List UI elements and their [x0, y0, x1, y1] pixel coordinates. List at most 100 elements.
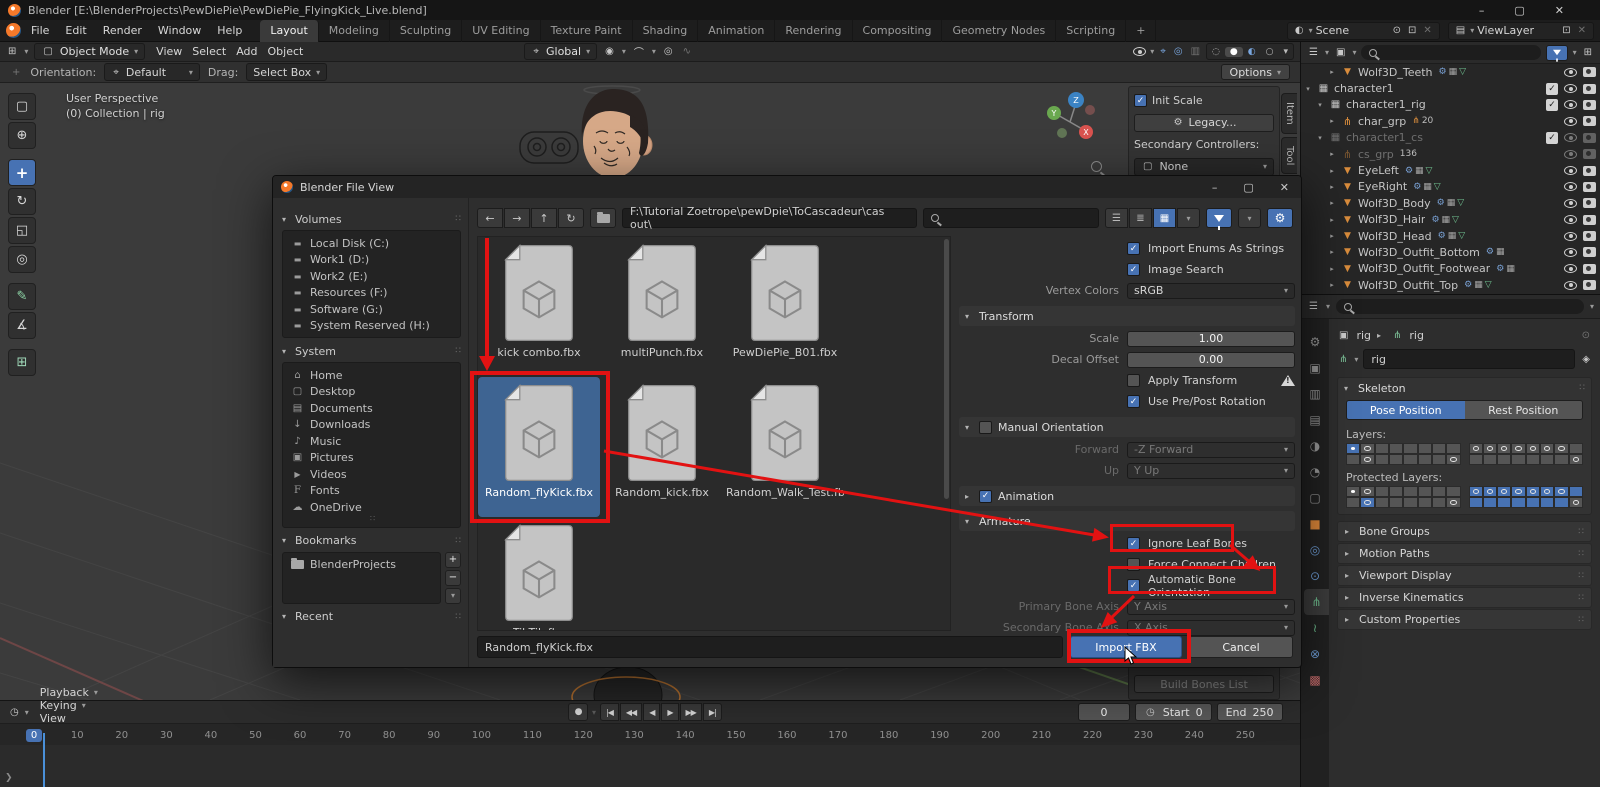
add-bookmark-button[interactable]: +: [445, 551, 461, 568]
datablock-name-field[interactable]: rig: [1363, 349, 1576, 369]
disable-render-icon[interactable]: [1583, 83, 1596, 94]
collapsed-panel-header[interactable]: ▸ Custom Properties ∷: [1337, 609, 1592, 630]
volume-item[interactable]: Resources (F:): [287, 285, 458, 302]
collapsed-panel-header[interactable]: ▸ Inverse Kinematics ∷: [1337, 587, 1592, 608]
disable-render-icon[interactable]: [1583, 181, 1596, 192]
system-item[interactable]: Videos: [287, 466, 458, 483]
move-tool[interactable]: +: [8, 159, 36, 186]
workspace-tab[interactable]: +: [1126, 19, 1157, 42]
workspace-tab[interactable]: Scripting: [1056, 19, 1127, 42]
protected-layer-cell[interactable]: [1511, 497, 1526, 508]
layer-cell[interactable]: [1540, 454, 1555, 465]
transform-orientation-selector[interactable]: ⌖ Global ▾: [524, 43, 598, 60]
hide-eye-icon[interactable]: [1564, 166, 1577, 176]
force-connect-children-checkbox[interactable]: [1127, 558, 1140, 571]
properties-tab[interactable]: ■: [1301, 511, 1329, 537]
properties-tab[interactable]: ⚙: [1301, 329, 1329, 355]
solid-shading-icon[interactable]: ●: [1224, 46, 1243, 57]
outliner-filter-button[interactable]: [1545, 44, 1568, 62]
mode-selector[interactable]: ▢ Object Mode ▾: [34, 43, 146, 60]
layer-cell[interactable]: [1346, 454, 1361, 465]
hide-eye-icon[interactable]: [1564, 116, 1577, 126]
disable-render-icon[interactable]: [1583, 280, 1596, 291]
up-button[interactable]: ↑: [531, 208, 557, 228]
layer-cell[interactable]: [1403, 454, 1418, 465]
hide-eye-icon[interactable]: [1564, 67, 1577, 77]
editor-type-icon[interactable]: ☰: [1307, 47, 1320, 58]
outliner-row[interactable]: ▸ Wolf3D_Hair ⚙ ▦ ▽: [1301, 212, 1600, 228]
layer-cell[interactable]: [1540, 443, 1555, 454]
exclude-checkbox[interactable]: ✓: [1546, 98, 1558, 111]
filter-button[interactable]: [1206, 208, 1232, 230]
path-field[interactable]: F:\Tutorial Zoetrope\pewDpie\ToCascadeur…: [622, 205, 917, 231]
bookmark-options-button[interactable]: ▾: [445, 587, 461, 604]
layer-cell[interactable]: [1431, 443, 1447, 454]
viewport-menu[interactable]: View: [151, 45, 187, 58]
workspace-tab[interactable]: Compositing: [853, 19, 943, 42]
workspace-tab[interactable]: Texture Paint: [541, 19, 633, 42]
protected-layer-cell[interactable]: [1568, 497, 1583, 508]
import-enums-checkbox[interactable]: ✓: [1127, 242, 1140, 255]
disable-render-icon[interactable]: [1583, 214, 1596, 225]
dialog-maximize-button[interactable]: ▢: [1243, 181, 1253, 194]
npanel-tab[interactable]: Item: [1281, 93, 1297, 134]
outliner-row[interactable]: ▾ character1_rig ✓: [1301, 97, 1600, 113]
system-section-header[interactable]: ▾ System ∷: [282, 342, 461, 360]
hide-eye-icon[interactable]: [1564, 133, 1577, 143]
outliner-row[interactable]: ▾ character1 ✓: [1301, 80, 1600, 96]
hide-eye-icon[interactable]: [1564, 84, 1577, 94]
layer-cell[interactable]: [1554, 454, 1569, 465]
protected-layer-cell[interactable]: [1431, 497, 1447, 508]
close-button[interactable]: ✕: [1555, 4, 1564, 17]
volumes-section-header[interactable]: ▾ Volumes ∷: [282, 210, 461, 228]
properties-tab[interactable]: ≀: [1301, 615, 1329, 641]
copy-icon[interactable]: ⊡: [1560, 25, 1572, 36]
scene-selector[interactable]: ◐ ▾ Scene ⊙ ⊡ ✕: [1286, 21, 1440, 40]
remove-icon[interactable]: ✕: [1576, 25, 1588, 36]
outliner-row[interactable]: ▸ Wolf3D_Outfit_Footwear ⚙ ▦: [1301, 261, 1600, 277]
collapsed-panel-header[interactable]: ▸ Viewport Display ∷: [1337, 565, 1592, 586]
properties-tab[interactable]: ◎: [1301, 537, 1329, 563]
properties-search-field[interactable]: [1335, 299, 1584, 314]
zoom-view-icon[interactable]: [1091, 161, 1102, 172]
layer-cell[interactable]: [1468, 454, 1483, 465]
secondary-bone-axis-dropdown[interactable]: X Axis ▾: [1127, 619, 1295, 636]
file-tile[interactable]: Random_Walk_Test.fbx: [724, 377, 846, 517]
protected-layer-cell[interactable]: [1482, 497, 1498, 508]
hide-eye-icon[interactable]: [1564, 215, 1577, 225]
file-tile[interactable]: kick combo.fbx: [478, 237, 600, 377]
expand-icon[interactable]: ▸: [1327, 281, 1337, 289]
outliner-row[interactable]: ▸ Wolf3D_Body ⚙ ▦ ▽: [1301, 195, 1600, 211]
topbar-menu[interactable]: File: [23, 24, 57, 37]
layer-cell[interactable]: [1497, 443, 1512, 454]
system-item[interactable]: Desktop: [287, 384, 458, 401]
timeline-channels[interactable]: ❯: [0, 733, 1300, 787]
maximize-button[interactable]: ▢: [1514, 4, 1524, 17]
npanel-tab[interactable]: Tool: [1281, 136, 1297, 175]
disable-render-icon[interactable]: [1583, 165, 1596, 176]
outliner-row[interactable]: ▸ char_grp ⋔ 20: [1301, 113, 1600, 129]
current-frame-field[interactable]: 0: [1078, 703, 1130, 721]
play-reverse-button[interactable]: ◀: [643, 703, 661, 721]
pre-post-rotation-checkbox[interactable]: ✓: [1127, 395, 1140, 408]
file-tile[interactable]: Random_flyKick.fbx: [478, 377, 600, 517]
protected-layer-cell[interactable]: [1540, 497, 1555, 508]
pivot-point-icon[interactable]: ◉: [603, 46, 616, 57]
viewport-menu[interactable]: Select: [187, 45, 231, 58]
protected-layer-cell[interactable]: [1497, 497, 1512, 508]
editor-type-icon[interactable]: ◷: [8, 707, 21, 718]
file-tile[interactable]: PewDiePie_B01.fbx: [724, 237, 846, 377]
animation-section-header[interactable]: ▸ ✓ Animation: [959, 486, 1295, 506]
expand-channels-icon[interactable]: ❯: [5, 773, 13, 783]
expand-icon[interactable]: ▸: [1327, 232, 1337, 240]
options-dropdown[interactable]: Options ▾: [1220, 64, 1290, 80]
expand-icon[interactable]: ▸: [1327, 150, 1337, 158]
image-search-checkbox[interactable]: ✓: [1127, 263, 1140, 276]
dialog-close-button[interactable]: ✕: [1280, 181, 1289, 194]
playhead[interactable]: [43, 733, 45, 787]
manual-orientation-section-header[interactable]: ▾ Manual Orientation: [959, 417, 1295, 437]
hide-eye-icon[interactable]: [1564, 182, 1577, 192]
frame-end-field[interactable]: End 250: [1216, 703, 1283, 721]
transform-section-header[interactable]: ▾ Transform: [959, 306, 1295, 326]
protected-layer-cell[interactable]: [1554, 497, 1569, 508]
